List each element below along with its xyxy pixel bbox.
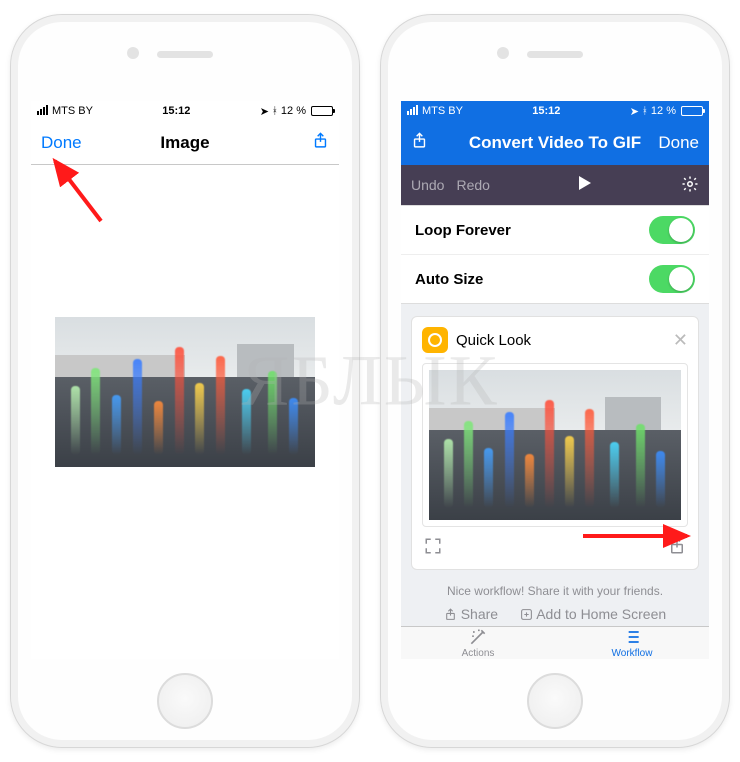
screen-left: MTS BY 15:12 ➤ ᚼ 12 % Done Image <box>31 101 339 659</box>
remove-action-button[interactable]: ✕ <box>673 330 688 351</box>
home-button[interactable] <box>157 673 213 729</box>
phone-camera <box>127 47 139 59</box>
gif-preview <box>429 370 681 520</box>
home-button[interactable] <box>527 673 583 729</box>
status-bar: MTS BY 15:12 ➤ ᚼ 12 % <box>31 101 339 121</box>
tab-workflow[interactable]: Workflow <box>555 627 709 659</box>
bluetooth-icon: ᚼ <box>272 106 278 117</box>
done-button[interactable]: Done <box>658 133 699 153</box>
share-result-button[interactable] <box>668 537 686 559</box>
location-icon: ➤ <box>630 105 639 118</box>
share-prompt: Nice workflow! Share it with your friend… <box>401 570 709 600</box>
quick-look-action-icon <box>422 327 448 353</box>
battery-pct: 12 % <box>281 105 306 117</box>
share-workflow-button[interactable]: Share <box>444 606 498 622</box>
expand-icon <box>424 537 442 555</box>
share-icon <box>411 132 428 149</box>
phone-left: MTS BY 15:12 ➤ ᚼ 12 % Done Image <box>10 14 360 748</box>
tab-actions[interactable]: Actions <box>401 627 555 659</box>
auto-size-row: Auto Size <box>401 255 709 303</box>
gif-preview <box>55 317 315 467</box>
carrier-label: MTS BY <box>422 105 463 117</box>
tab-bar: Actions Workflow <box>401 626 709 659</box>
plus-square-icon <box>520 608 533 621</box>
phone-camera <box>497 47 509 59</box>
bluetooth-icon: ᚼ <box>642 106 648 117</box>
add-to-home-button[interactable]: Add to Home Screen <box>520 606 666 622</box>
status-time: 15:12 <box>93 105 260 117</box>
share-icon <box>668 537 686 555</box>
loop-forever-switch[interactable] <box>649 216 695 244</box>
share-button[interactable] <box>411 132 428 154</box>
nav-bar: Done Image <box>31 121 339 165</box>
quick-look-card: Quick Look ✕ <box>411 316 699 570</box>
fullscreen-button[interactable] <box>424 537 442 559</box>
wand-icon <box>467 627 489 647</box>
share-icon <box>444 608 457 621</box>
loop-forever-row: Loop Forever <box>401 206 709 255</box>
share-icon <box>312 132 329 149</box>
auto-size-label: Auto Size <box>415 271 649 288</box>
battery-icon <box>681 106 703 116</box>
workflow-toolbar: Undo Redo <box>401 165 709 205</box>
signal-icon <box>407 105 419 118</box>
quick-look-preview <box>422 363 688 527</box>
gif-options-group: Loop Forever Auto Size <box>401 205 709 304</box>
add-home-label: Add to Home Screen <box>536 606 666 622</box>
signal-icon <box>37 105 49 118</box>
status-bar: MTS BY 15:12 ➤ ᚼ 12 % <box>401 101 709 121</box>
phone-speaker <box>157 51 213 58</box>
play-icon <box>578 175 592 191</box>
list-icon <box>621 627 643 647</box>
redo-button[interactable]: Redo <box>456 177 489 193</box>
eye-icon <box>428 333 442 347</box>
carrier-label: MTS BY <box>52 105 93 117</box>
share-label: Share <box>461 606 498 622</box>
location-icon: ➤ <box>260 105 269 118</box>
phone-speaker <box>527 51 583 58</box>
status-time: 15:12 <box>463 105 630 117</box>
screen-right: MTS BY 15:12 ➤ ᚼ 12 % Convert Video To G… <box>401 101 709 659</box>
undo-button[interactable]: Undo <box>411 177 444 193</box>
battery-icon <box>311 106 333 116</box>
loop-forever-label: Loop Forever <box>415 222 649 239</box>
preview-area <box>31 165 339 659</box>
battery-pct: 12 % <box>651 105 676 117</box>
share-button[interactable] <box>312 132 329 154</box>
gear-icon <box>681 175 699 193</box>
run-button[interactable] <box>502 175 669 196</box>
auto-size-switch[interactable] <box>649 265 695 293</box>
settings-button[interactable] <box>681 175 699 196</box>
workflow-content: Loop Forever Auto Size Quick Look ✕ <box>401 205 709 659</box>
tab-workflow-label: Workflow <box>612 648 653 659</box>
quick-look-title: Quick Look <box>456 332 531 349</box>
nav-bar: Convert Video To GIF Done <box>401 121 709 165</box>
tab-actions-label: Actions <box>462 648 495 659</box>
done-button[interactable]: Done <box>41 133 82 153</box>
phone-right: MTS BY 15:12 ➤ ᚼ 12 % Convert Video To G… <box>380 14 730 748</box>
